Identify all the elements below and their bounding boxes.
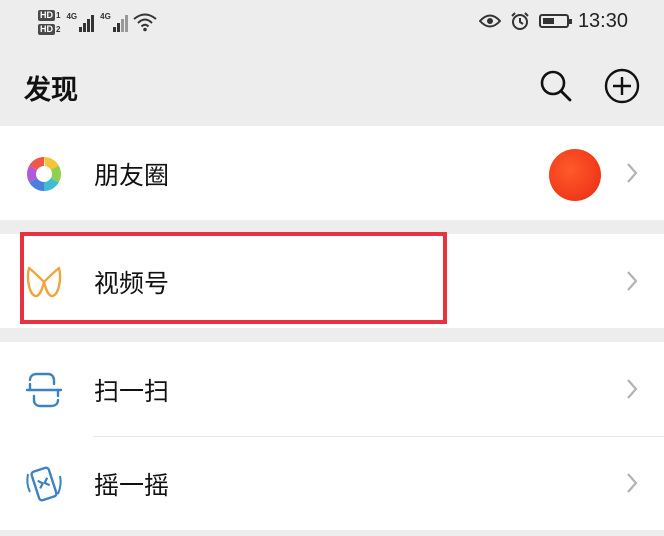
- network-type-1: 4G: [66, 12, 78, 21]
- wifi-icon: [133, 13, 157, 32]
- sim2-slot: 2: [56, 24, 61, 34]
- avatar: [549, 149, 601, 201]
- moments-label: 朋友圈: [94, 161, 170, 190]
- list-item-shake[interactable]: 摇一摇: [0, 436, 664, 530]
- list-item-scan[interactable]: 扫一扫: [0, 342, 664, 437]
- plus-circle-icon: [604, 68, 640, 104]
- status-right: 13:30: [478, 8, 628, 34]
- scan-label: 扫一扫: [94, 377, 170, 406]
- shake-label: 摇一摇: [94, 471, 170, 500]
- sim1-hd-badge: HD: [38, 9, 55, 21]
- chevron-right-icon: [627, 379, 638, 399]
- nav-header: 发现: [0, 44, 664, 126]
- shake-icon: [26, 466, 62, 502]
- search-button[interactable]: [536, 66, 576, 106]
- signal-1-icon: 4G: [66, 12, 95, 32]
- sim1-indicator: HD 1: [38, 9, 61, 21]
- battery-icon: [538, 14, 572, 28]
- battery-fill: [542, 18, 554, 24]
- chevron-right-icon: [627, 271, 638, 291]
- moments-aperture-icon: [27, 157, 61, 191]
- alarm-icon: [511, 12, 529, 30]
- tools-group: 扫一扫 摇一摇: [0, 342, 664, 530]
- page-title: 发现: [24, 75, 78, 106]
- sim-indicators: HD 1 HD 2: [38, 9, 61, 35]
- eye-icon: [478, 14, 501, 28]
- list-item-moments[interactable]: 朋友圈: [0, 126, 664, 220]
- chevron-right-icon: [627, 163, 638, 183]
- scan-icon: [25, 372, 63, 408]
- network-type-2: 4G: [100, 12, 111, 21]
- sim2-hd-badge: HD: [38, 23, 55, 35]
- moments-group: 朋友圈: [0, 126, 664, 220]
- status-bar: HD 1 HD 2 4G 4G 13:30: [0, 0, 664, 44]
- signal-2-icon: 4G: [100, 12, 128, 32]
- channels-group: 视频号: [0, 234, 664, 328]
- list-item-channels[interactable]: 视频号: [0, 234, 664, 328]
- sim2-indicator: HD 2: [38, 23, 61, 35]
- add-button[interactable]: [602, 66, 642, 106]
- clock: 13:30: [577, 9, 628, 32]
- channels-butterfly-icon: [26, 266, 62, 298]
- chevron-right-icon: [627, 473, 638, 493]
- status-left: HD 1 HD 2 4G 4G: [38, 4, 158, 40]
- search-icon: [540, 70, 572, 102]
- channels-label: 视频号: [94, 269, 170, 298]
- sim1-slot: 1: [56, 10, 61, 20]
